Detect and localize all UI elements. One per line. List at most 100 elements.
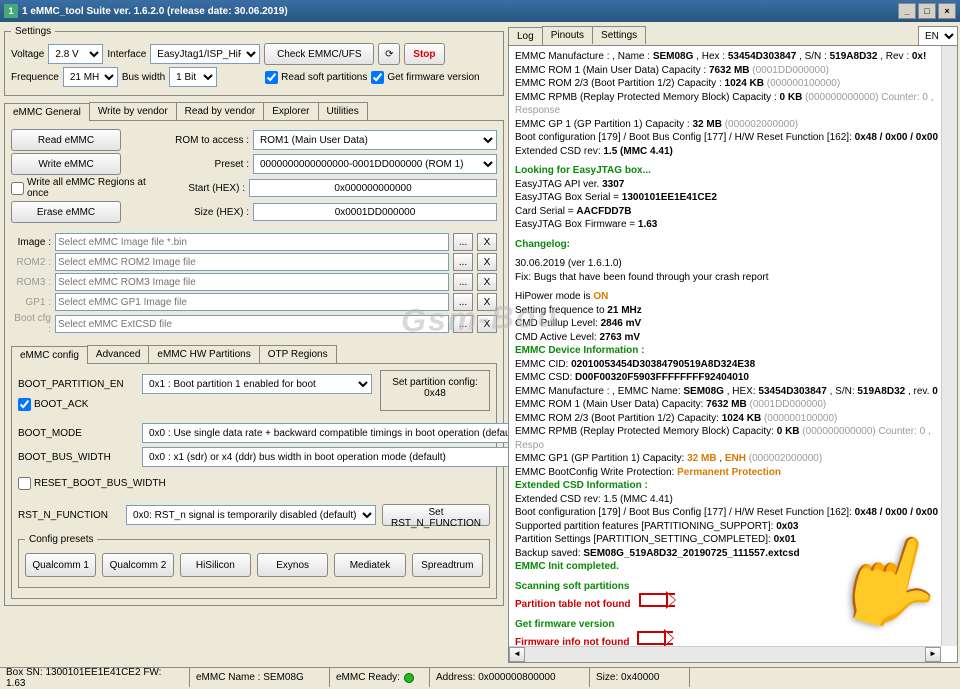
preset-select[interactable]: 0000000000000000-0001DD000000 (ROM 1) bbox=[253, 154, 497, 174]
freq-label: Frequence bbox=[11, 72, 59, 83]
tab-explorer[interactable]: Explorer bbox=[263, 102, 318, 120]
rom3-clear[interactable]: X bbox=[477, 273, 497, 291]
close-button[interactable]: × bbox=[938, 3, 956, 19]
gp1-clear[interactable]: X bbox=[477, 293, 497, 311]
app-icon: 1 bbox=[4, 4, 18, 18]
arrow-icon bbox=[639, 593, 675, 607]
tab-log[interactable]: Log bbox=[508, 27, 543, 45]
scrollbar-horizontal[interactable]: ◄► bbox=[509, 646, 941, 662]
right-tabs: Log Pinouts Settings bbox=[508, 26, 645, 44]
bbw-select[interactable]: 0x0 : x1 (sdr) or x4 (ddr) bus width in … bbox=[142, 447, 508, 467]
bus-label: Bus width bbox=[122, 72, 165, 83]
scrollbar-vertical[interactable] bbox=[941, 46, 957, 646]
rom3-input bbox=[55, 273, 449, 291]
boot-ack-check[interactable]: BOOT_ACK bbox=[18, 398, 372, 411]
tab-emmc-general[interactable]: eMMC General bbox=[4, 103, 90, 121]
bootcfg-label: Boot cfg : bbox=[11, 313, 51, 335]
preset-label: Preset : bbox=[169, 159, 249, 170]
stop-button[interactable]: Stop bbox=[404, 43, 444, 65]
refresh-button[interactable]: ⟳ bbox=[378, 43, 400, 65]
preset-exynos[interactable]: Exynos bbox=[257, 553, 328, 577]
bpe-label: BOOT_PARTITION_EN bbox=[18, 379, 136, 390]
start-input[interactable] bbox=[249, 179, 497, 197]
tab-pinouts[interactable]: Pinouts bbox=[542, 26, 593, 44]
bootcfg-clear[interactable]: X bbox=[477, 315, 497, 333]
interface-select[interactable]: EasyJtag1/ISP_HiPow bbox=[150, 44, 260, 64]
tab-advanced[interactable]: Advanced bbox=[87, 345, 149, 363]
arrow-icon bbox=[637, 631, 673, 645]
check-emmc-button[interactable]: Check EMMC/UFS bbox=[264, 43, 374, 65]
rom2-browse[interactable]: ... bbox=[453, 253, 473, 271]
preset-qualcomm1[interactable]: Qualcomm 1 bbox=[25, 553, 96, 577]
log-area: EMMC Manufacture : , Name : SEM08G , Hex… bbox=[508, 45, 958, 663]
rom2-clear[interactable]: X bbox=[477, 253, 497, 271]
set-rstn-button[interactable]: Set RST_N_FUNCTION bbox=[382, 504, 490, 526]
settings-group: Settings Voltage 2.8 V Interface EasyJta… bbox=[4, 26, 504, 96]
preset-spreadtrum[interactable]: Spreadtrum bbox=[412, 553, 483, 577]
image-input[interactable] bbox=[55, 233, 449, 251]
image-label: Image : bbox=[11, 237, 51, 248]
bpe-select[interactable]: 0x1 : Boot partition 1 enabled for boot bbox=[142, 374, 372, 394]
window-title: 1 eMMC_tool Suite ver. 1.6.2.0 (release … bbox=[22, 6, 288, 17]
erase-emmc-button[interactable]: Erase eMMC bbox=[11, 201, 121, 223]
title-bar: 1 1 eMMC_tool Suite ver. 1.6.2.0 (releas… bbox=[0, 0, 960, 22]
rom3-browse[interactable]: ... bbox=[453, 273, 473, 291]
minimize-button[interactable]: _ bbox=[898, 3, 916, 19]
status-ready: eMMC Ready: bbox=[330, 668, 430, 687]
reset-bbw-check[interactable]: RESET_BOOT_BUS_WIDTH bbox=[18, 477, 490, 490]
voltage-select[interactable]: 2.8 V bbox=[48, 44, 103, 64]
size-label: Size (HEX) : bbox=[169, 207, 249, 218]
config-pane: BOOT_PARTITION_EN 0x1 : Boot partition 1 … bbox=[11, 364, 497, 599]
rom2-input bbox=[55, 253, 449, 271]
preset-qualcomm2[interactable]: Qualcomm 2 bbox=[102, 553, 173, 577]
size-input[interactable] bbox=[253, 203, 497, 221]
image-browse[interactable]: ... bbox=[453, 233, 473, 251]
tab-otp-regions[interactable]: OTP Regions bbox=[259, 345, 337, 363]
rom-access-select[interactable]: ROM1 (Main User Data) bbox=[253, 130, 497, 150]
gp1-browse[interactable]: ... bbox=[453, 293, 473, 311]
read-soft-check[interactable]: Read soft partitions bbox=[265, 71, 367, 84]
lang-select[interactable]: EN bbox=[918, 26, 958, 46]
bootcfg-browse[interactable]: ... bbox=[453, 315, 473, 333]
ready-led-icon bbox=[404, 673, 414, 683]
tab-hw-partitions[interactable]: eMMC HW Partitions bbox=[148, 345, 259, 363]
image-clear[interactable]: X bbox=[477, 233, 497, 251]
gp1-label: GP1 : bbox=[11, 297, 51, 308]
set-partition-box[interactable]: Set partition config:0x48 bbox=[380, 370, 490, 411]
rom-access-label: ROM to access : bbox=[169, 135, 249, 146]
bmode-label: BOOT_MODE bbox=[18, 428, 136, 439]
gp1-input bbox=[55, 293, 449, 311]
settings-legend: Settings bbox=[11, 26, 55, 37]
presets-group: Config presets Qualcomm 1 Qualcomm 2 HiS… bbox=[18, 534, 490, 588]
status-address: Address: 0x000000800000 bbox=[430, 668, 590, 687]
rstn-label: RST_N_FUNCTION bbox=[18, 510, 120, 521]
write-emmc-button[interactable]: Write eMMC bbox=[11, 153, 121, 175]
interface-label: Interface bbox=[107, 49, 146, 60]
tab-utilities[interactable]: Utilities bbox=[318, 102, 368, 120]
bootcfg-input bbox=[55, 315, 449, 333]
tab-read-vendor[interactable]: Read by vendor bbox=[176, 102, 265, 120]
preset-mediatek[interactable]: Mediatek bbox=[334, 553, 405, 577]
bus-select[interactable]: 1 Bit bbox=[169, 67, 217, 87]
rom3-label: ROM3 : bbox=[11, 277, 51, 288]
write-all-check[interactable]: Write all eMMC Regions at once bbox=[11, 177, 161, 199]
config-tabs: eMMC config Advanced eMMC HW Partitions … bbox=[11, 345, 497, 364]
freq-select[interactable]: 21 MHz bbox=[63, 67, 118, 87]
maximize-button[interactable]: □ bbox=[918, 3, 936, 19]
start-label: Start (HEX) : bbox=[165, 183, 245, 194]
read-emmc-button[interactable]: Read eMMC bbox=[11, 129, 121, 151]
voltage-label: Voltage bbox=[11, 49, 44, 60]
main-tabs: eMMC General Write by vendor Read by ven… bbox=[4, 102, 504, 121]
status-bar: Box SN: 1300101EE1E41CE2 FW: 1.63 eMMC N… bbox=[0, 667, 960, 687]
preset-hisilicon[interactable]: HiSilicon bbox=[180, 553, 251, 577]
rstn-select[interactable]: 0x0: RST_n signal is temporarily disable… bbox=[126, 505, 376, 525]
get-fw-check[interactable]: Get firmware version bbox=[371, 71, 479, 84]
tab-emmc-config[interactable]: eMMC config bbox=[11, 346, 88, 364]
bmode-select[interactable]: 0x0 : Use single data rate + backward co… bbox=[142, 423, 508, 443]
general-pane: Read eMMC ROM to access : ROM1 (Main Use… bbox=[4, 121, 504, 606]
status-box: Box SN: 1300101EE1E41CE2 FW: 1.63 bbox=[0, 668, 190, 687]
tab-write-vendor[interactable]: Write by vendor bbox=[89, 102, 177, 120]
tab-settings[interactable]: Settings bbox=[592, 26, 646, 44]
status-name: eMMC Name : SEM08G bbox=[190, 668, 330, 687]
status-size: Size: 0x40000 bbox=[590, 668, 690, 687]
